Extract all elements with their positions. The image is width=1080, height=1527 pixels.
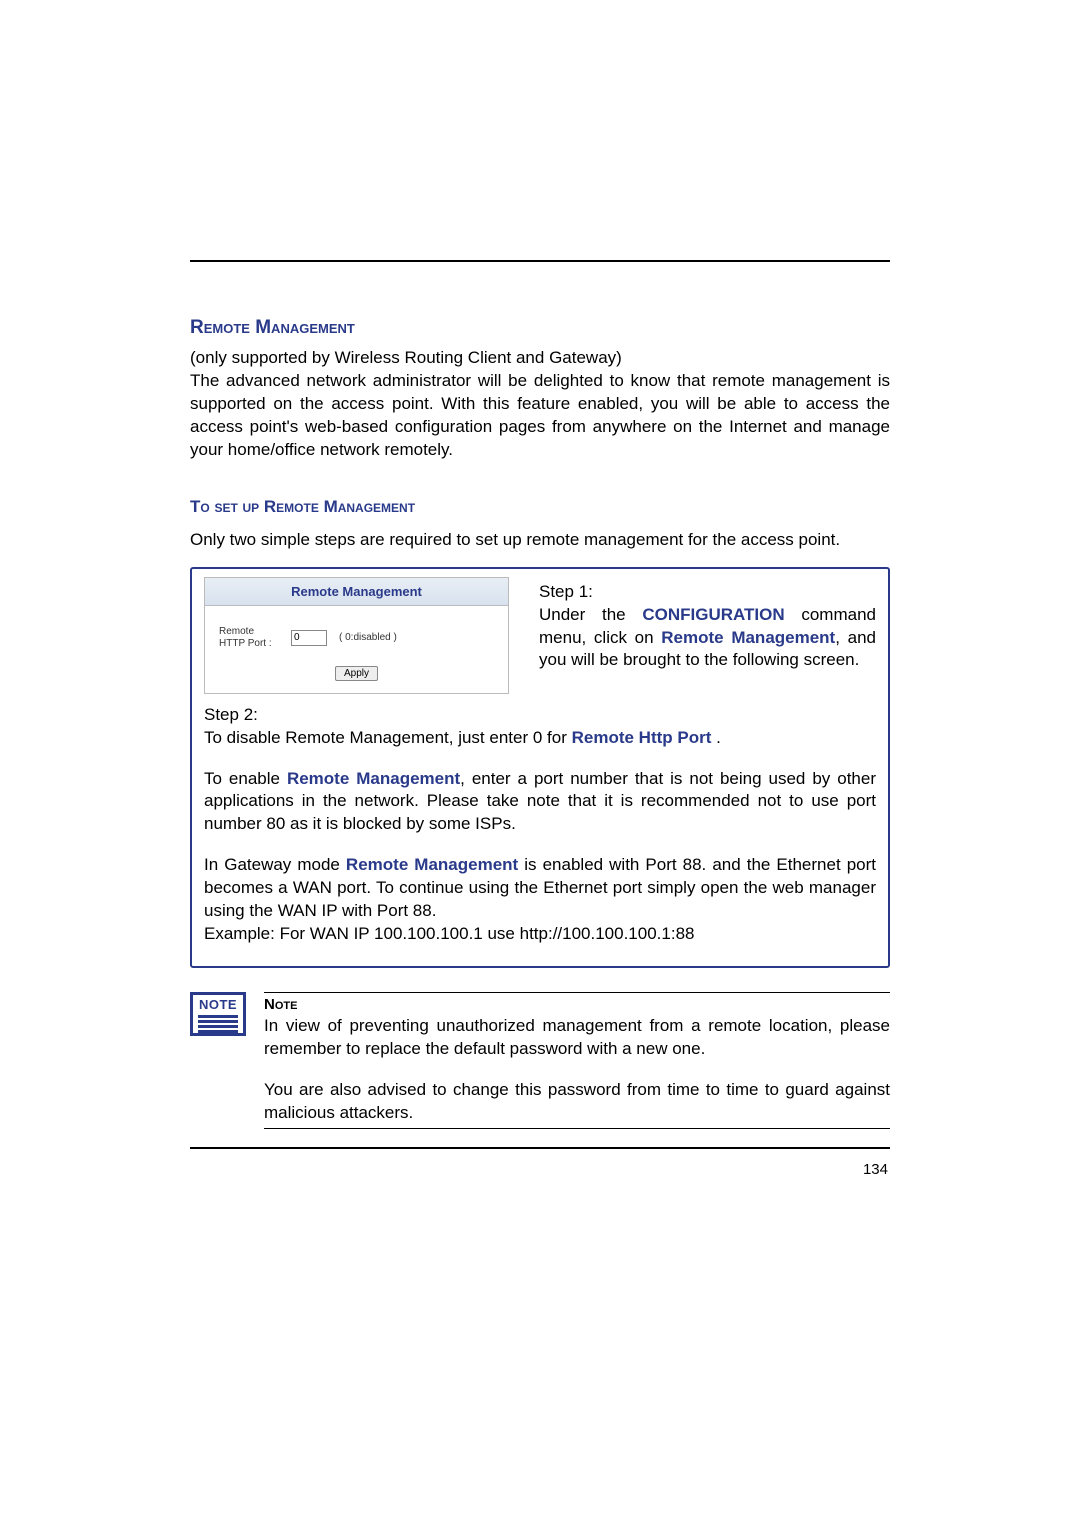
instruction-box: Remote Management Remote HTTP Port : ( 0… — [190, 567, 890, 968]
port-disabled-hint: ( 0:disabled ) — [339, 632, 397, 643]
step2-line1: To disable Remote Management, just enter… — [204, 727, 876, 750]
remote-http-port-keyword: Remote Http Port — [572, 728, 712, 747]
step2-para3c: Example: For WAN IP 100.100.100.1 use ht… — [204, 924, 695, 943]
step2-para3: In Gateway mode Remote Management is ena… — [204, 854, 876, 946]
subsection-title: To set up Remote Management — [190, 497, 890, 517]
note-icon: NOTE — [190, 992, 246, 1036]
note-paragraph-2: You are also advised to change this pass… — [264, 1079, 890, 1129]
remote-http-port-input[interactable] — [291, 630, 327, 646]
bottom-divider — [190, 1147, 890, 1149]
note-icon-label: NOTE — [199, 997, 237, 1012]
remote-management-panel: Remote Management Remote HTTP Port : ( 0… — [204, 577, 509, 694]
panel-header: Remote Management — [205, 578, 508, 606]
configuration-keyword: CONFIGURATION — [642, 605, 784, 624]
step2-line1b: . — [711, 728, 720, 747]
top-divider — [190, 260, 890, 262]
step2-label: Step 2: — [204, 704, 876, 727]
step1-label: Step 1: — [539, 581, 876, 604]
remote-management-keyword: Remote Management — [661, 628, 835, 647]
section-title: Remote Management — [190, 317, 890, 339]
step2-para2a: To enable — [204, 769, 287, 788]
step2-para2: To enable Remote Management, enter a por… — [204, 768, 876, 837]
note-paragraph-1: In view of preventing unauthorized manag… — [264, 1015, 890, 1061]
document-page: Remote Management (only supported by Wir… — [0, 0, 1080, 1178]
step2-line1a: To disable Remote Management, just enter… — [204, 728, 572, 747]
remote-management-keyword-2: Remote Management — [287, 769, 460, 788]
subsection-intro: Only two simple steps are required to se… — [190, 529, 890, 552]
step1-t1: Under the — [539, 605, 642, 624]
remote-http-port-label: Remote HTTP Port : — [219, 626, 279, 650]
step1-text: Under the CONFIGURATION command menu, cl… — [539, 604, 876, 673]
page-number: 134 — [190, 1161, 890, 1178]
apply-button[interactable]: Apply — [335, 666, 378, 681]
intro-body: The advanced network administrator will … — [190, 371, 890, 459]
step2-para3a: In Gateway mode — [204, 855, 346, 874]
note-icon-lines — [198, 1015, 238, 1035]
note-header: Note — [264, 992, 890, 1015]
remote-management-keyword-3: Remote Management — [346, 855, 518, 874]
intro-line1: (only supported by Wireless Routing Clie… — [190, 348, 622, 367]
intro-text: (only supported by Wireless Routing Clie… — [190, 347, 890, 462]
note-section: NOTE Note In view of preventing unauthor… — [190, 992, 890, 1129]
